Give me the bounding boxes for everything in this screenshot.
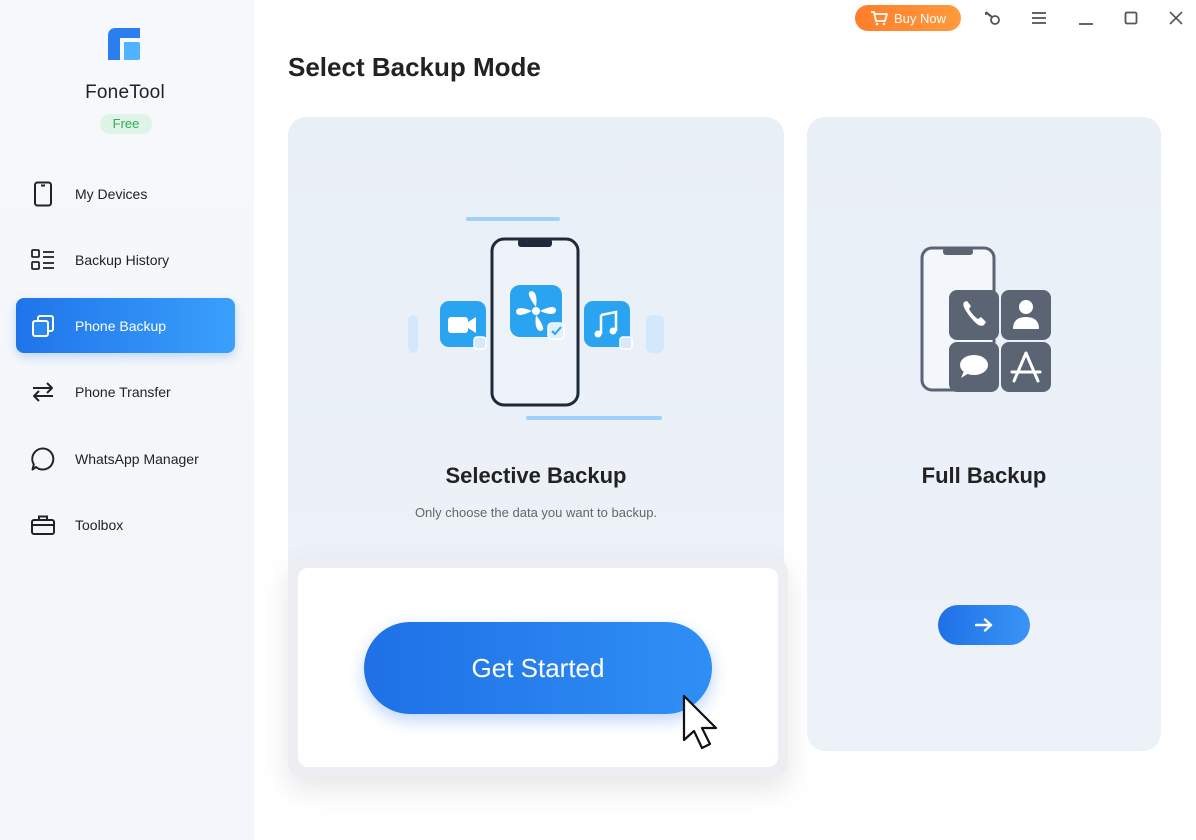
sidebar-item-phone-transfer[interactable]: Phone Transfer: [16, 364, 235, 419]
key-icon[interactable]: [981, 6, 1005, 30]
sidebar: FoneTool Free My Devices Backup History …: [0, 0, 254, 840]
menu-icon[interactable]: [1027, 6, 1051, 30]
arrow-right-icon: [975, 618, 993, 632]
cart-icon: [870, 11, 888, 26]
phone-icon: [30, 181, 56, 207]
sidebar-item-backup-history[interactable]: Backup History: [16, 232, 235, 287]
buy-now-label: Buy Now: [893, 10, 947, 26]
sidebar-item-label: Backup History: [75, 251, 170, 268]
selective-backup-title: Selective Backup: [445, 463, 627, 488]
buy-now-button[interactable]: Buy Now: [855, 5, 961, 31]
sidebar-item-label: Toolbox: [75, 516, 124, 533]
full-backup-title: Full Backup: [921, 463, 1047, 488]
maximize-icon[interactable]: [1119, 6, 1143, 30]
full-backup-illustration: [920, 246, 1051, 392]
sidebar-item-label: WhatsApp Manager: [75, 450, 199, 467]
minimize-icon[interactable]: [1074, 6, 1098, 30]
sidebar-item-my-devices[interactable]: My Devices: [16, 166, 235, 221]
toolbox-icon: [30, 512, 56, 538]
full-backup-start-button[interactable]: [938, 605, 1030, 645]
sidebar-item-toolbox[interactable]: Toolbox: [16, 497, 235, 552]
app-name: FoneTool: [85, 82, 165, 103]
list-icon: [30, 247, 56, 273]
sidebar-item-label: Phone Transfer: [75, 383, 171, 400]
close-icon[interactable]: [1164, 6, 1188, 30]
transfer-icon: [30, 379, 56, 405]
selective-backup-description: Only choose the data you want to backup.: [414, 505, 658, 520]
get-started-button[interactable]: Get Started: [364, 622, 712, 714]
fonetool-logo: [108, 28, 140, 60]
mouse-cursor-icon: [682, 694, 718, 750]
sidebar-item-phone-backup[interactable]: Phone Backup: [16, 298, 235, 353]
chat-bubble-icon: [30, 446, 56, 472]
full-backup-card[interactable]: Full Backup: [807, 117, 1161, 751]
page-title: Select Backup Mode: [288, 52, 541, 82]
selective-backup-illustration: [408, 217, 664, 420]
edition-badge: Free: [100, 114, 152, 134]
sidebar-item-label: My Devices: [75, 185, 148, 202]
sidebar-item-whatsapp-manager[interactable]: WhatsApp Manager: [16, 431, 235, 486]
sidebar-item-label: Phone Backup: [75, 317, 167, 334]
copy-icon: [30, 313, 56, 339]
